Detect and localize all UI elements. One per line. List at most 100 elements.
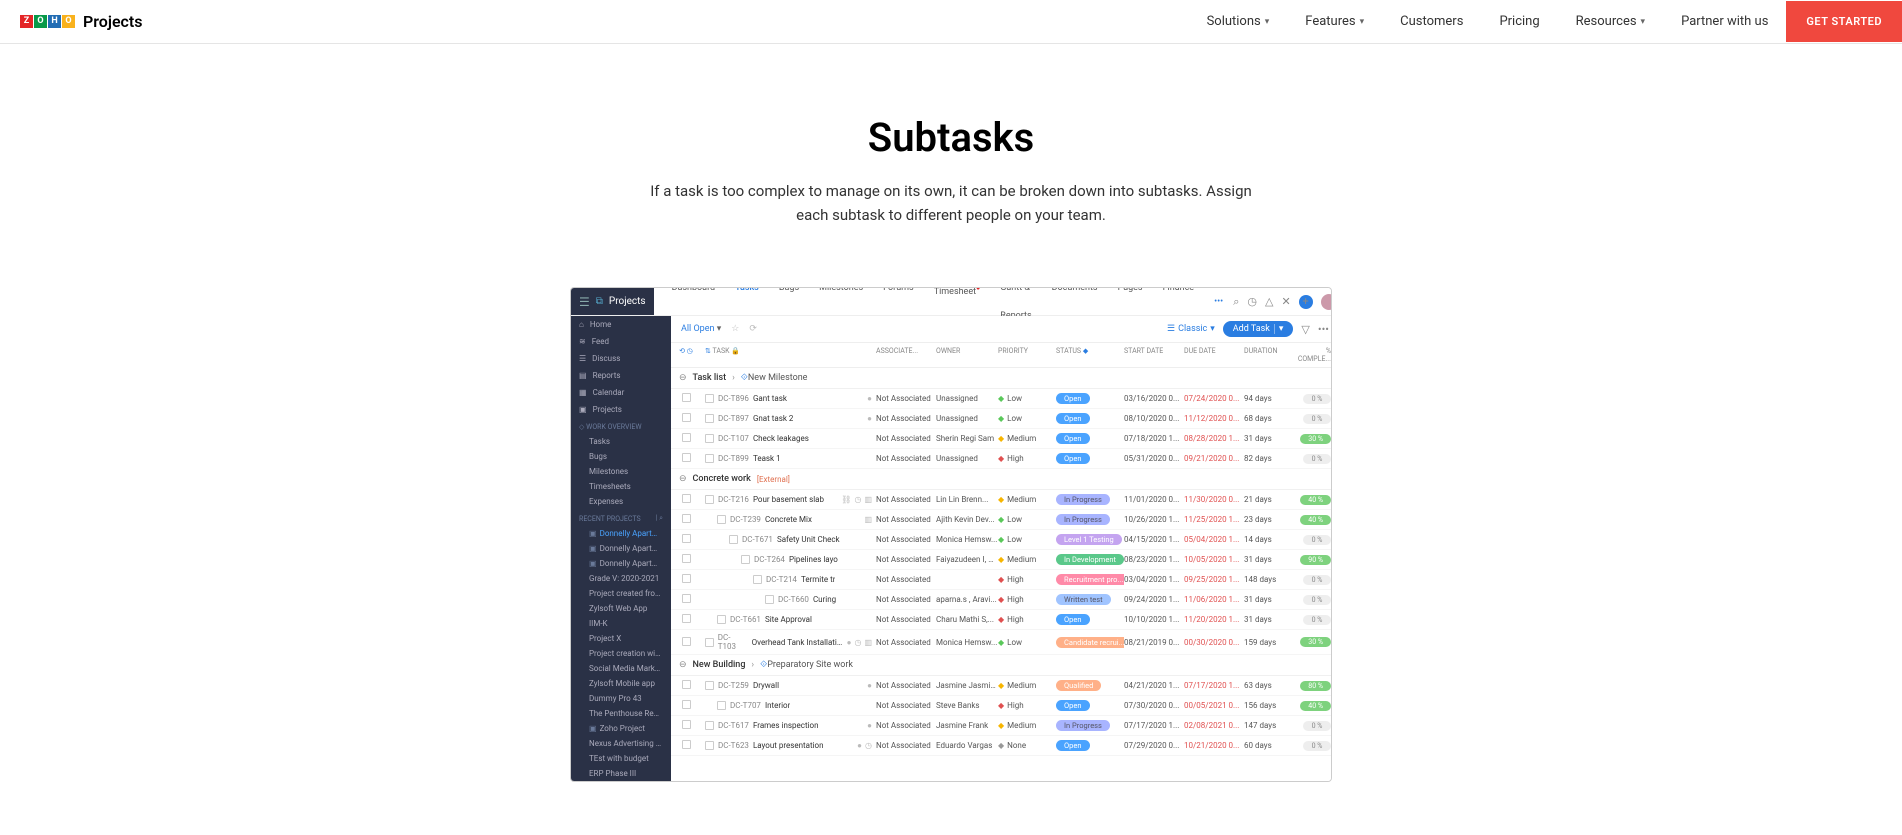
checkbox[interactable] — [682, 433, 691, 442]
sidebar-recent-item[interactable]: Dummy Pro 43 — [571, 691, 671, 706]
nav-partner-with-us[interactable]: Partner with us — [1663, 14, 1786, 29]
sidebar-work-timesheets[interactable]: Timesheets — [571, 479, 671, 494]
task-row[interactable]: DC-T617Frames inspection●Not AssociatedJ… — [671, 716, 1332, 736]
task-row[interactable]: DC-T623Layout presentation●◷Not Associat… — [671, 736, 1332, 756]
waffle-icon[interactable]: ⧉ — [596, 296, 603, 307]
add-icon[interactable]: + — [1299, 295, 1313, 309]
clock-icon[interactable]: ◷ — [1247, 295, 1257, 308]
nav-resources[interactable]: Resources▾ — [1558, 14, 1663, 29]
more-icon[interactable]: ••• — [1318, 323, 1329, 336]
sidebar-recent-item[interactable]: IIM-K — [571, 616, 671, 631]
user-avatar[interactable] — [1321, 294, 1332, 310]
more-tabs-icon[interactable]: ••• — [1204, 288, 1233, 316]
view-classic-button[interactable]: ☰ Classic ▾ — [1167, 324, 1215, 334]
expand-icon[interactable]: ⊖ — [679, 373, 687, 383]
checkbox[interactable] — [682, 680, 691, 689]
filter-dropdown[interactable]: All Open ▾ — [681, 324, 721, 334]
sidebar-recent-item[interactable]: Zylsoft Web App — [571, 601, 671, 616]
sidebar-recent-item[interactable]: Social Media Marketing — [571, 661, 671, 676]
filter-icon[interactable]: ▽ — [1301, 323, 1309, 336]
sidebar-icon: ≋ — [579, 337, 586, 346]
sidebar-calendar[interactable]: ▦Calendar — [571, 384, 671, 401]
task-group-header[interactable]: ⊖New Building›⟐ Preparatory Site work — [671, 655, 1332, 676]
checkbox[interactable] — [682, 453, 691, 462]
sidebar-recent-item[interactable]: Nexus Advertising Age — [571, 736, 671, 751]
add-task-button[interactable]: Add Task ▾ — [1223, 321, 1294, 337]
task-row[interactable]: DC-T103Overhead Tank Installation●◷▥Not … — [671, 630, 1332, 655]
task-row[interactable]: DC-T264Pipelines layoNot AssociatedFaiya… — [671, 550, 1332, 570]
sidebar-reports[interactable]: ▤Reports — [571, 367, 671, 384]
checkbox[interactable] — [682, 740, 691, 749]
checkbox[interactable] — [682, 614, 691, 623]
task-row[interactable]: DC-T214Termite trNot Associated◆HighRecr… — [671, 570, 1332, 590]
task-row[interactable]: DC-T660CuringNot Associatedaparna.s , Ar… — [671, 590, 1332, 610]
search-icon[interactable]: ⌕ — [1233, 295, 1239, 309]
clock-icon[interactable]: ◷ — [687, 347, 693, 355]
sidebar-recent-item[interactable]: ERP Phase III — [571, 766, 671, 781]
settings-icon[interactable]: ✕ — [1281, 295, 1290, 308]
sidebar-feed[interactable]: ≋Feed — [571, 333, 671, 350]
task-row[interactable]: DC-T661Site ApprovalNot AssociatedCharu … — [671, 610, 1332, 630]
sidebar-recent-item[interactable]: ▣Donnelly Apartments C — [571, 526, 671, 541]
task-row[interactable]: DC-T216Pour basement slab⛓◷▥Not Associat… — [671, 490, 1332, 510]
task-group-header[interactable]: ⊖Concrete work[External] — [671, 469, 1332, 490]
sidebar-home[interactable]: ⌂Home — [571, 316, 671, 333]
sidebar-work-milestones[interactable]: Milestones — [571, 464, 671, 479]
task-group-header[interactable]: ⊖Task list›⟐ New Milestone — [671, 368, 1332, 389]
nav-features[interactable]: Features▾ — [1287, 14, 1382, 29]
refresh-icon[interactable]: ⟳ — [749, 324, 757, 334]
progress-badge: 40 % — [1300, 515, 1331, 525]
task-row[interactable]: DC-T707InteriorNot AssociatedSteve Banks… — [671, 696, 1332, 716]
link-icon[interactable]: ⟲ — [679, 347, 685, 355]
priority-icon: ◆ — [998, 741, 1004, 750]
checkbox[interactable] — [682, 574, 691, 583]
expand-icon[interactable]: ⊖ — [679, 474, 687, 484]
task-row[interactable]: DC-T259Drywall●Not AssociatedJasmine Jas… — [671, 676, 1332, 696]
sidebar-work-tasks[interactable]: Tasks — [571, 434, 671, 449]
status-filter-icon[interactable]: ◆ — [1083, 347, 1088, 355]
sidebar-recent-item[interactable]: Project X — [571, 631, 671, 646]
sidebar-recent-item[interactable]: ▣Donnelly Apartments C — [571, 541, 671, 556]
nav-pricing[interactable]: Pricing — [1481, 14, 1557, 29]
sort-icon[interactable]: ⇅ — [705, 347, 711, 355]
checkbox[interactable] — [682, 514, 691, 523]
get-started-button[interactable]: GET STARTED — [1786, 1, 1902, 42]
checkbox[interactable] — [682, 637, 691, 646]
checkbox[interactable] — [682, 393, 691, 402]
bell-icon[interactable]: △ — [1265, 295, 1273, 308]
checkbox[interactable] — [682, 700, 691, 709]
sidebar-recent-item[interactable]: ▣Donnelly Apartments C — [571, 556, 671, 571]
priority-icon: ◆ — [998, 394, 1004, 403]
sidebar-recent-item[interactable]: Project created from Cl — [571, 586, 671, 601]
expand-icon[interactable]: ⊖ — [679, 660, 687, 670]
checkbox[interactable] — [682, 413, 691, 422]
sidebar-recent-item[interactable]: The Penthouse Remod — [571, 706, 671, 721]
task-row[interactable]: DC-T239Concrete Mix▥Not AssociatedAjith … — [671, 510, 1332, 530]
hamburger-icon[interactable]: ☰ — [579, 295, 590, 309]
status-badge: In Progress — [1056, 514, 1110, 525]
sidebar-work-expenses[interactable]: Expenses — [571, 494, 671, 509]
sidebar-recent-item[interactable]: ▣Zoho Project — [571, 721, 671, 736]
task-row[interactable]: DC-T897Gnat task 2●Not AssociatedUnassig… — [671, 409, 1332, 429]
sidebar-recent-item[interactable]: Zylsoft Mobile app — [571, 676, 671, 691]
sidebar-discuss[interactable]: ☰Discuss — [571, 350, 671, 367]
checkbox[interactable] — [682, 720, 691, 729]
sidebar-recent-item[interactable]: Grade V: 2020-2021 — [571, 571, 671, 586]
sidebar-recent-item[interactable]: TEst with budget — [571, 751, 671, 766]
star-icon[interactable]: ☆ — [731, 324, 739, 334]
checkbox[interactable] — [682, 594, 691, 603]
checkbox[interactable] — [682, 534, 691, 543]
task-row[interactable]: DC-T899Teask 1Not AssociatedUnassigned◆H… — [671, 449, 1332, 469]
sidebar-work-bugs[interactable]: Bugs — [571, 449, 671, 464]
sidebar-recent-item[interactable]: Project creation with li — [571, 646, 671, 661]
task-row[interactable]: DC-T107Check leakagesNot AssociatedSheri… — [671, 429, 1332, 449]
task-row[interactable]: DC-T896Gant task●Not AssociatedUnassigne… — [671, 389, 1332, 409]
caret-down-icon: ▾ — [1360, 17, 1365, 27]
checkbox[interactable] — [682, 494, 691, 503]
nav-solutions[interactable]: Solutions▾ — [1189, 14, 1288, 29]
nav-customers[interactable]: Customers — [1382, 14, 1481, 29]
checkbox[interactable] — [682, 554, 691, 563]
task-row[interactable]: DC-T671Safety Unit CheckNot AssociatedMo… — [671, 530, 1332, 550]
status-badge: Open — [1056, 740, 1090, 751]
sidebar-projects[interactable]: ▣Projects — [571, 401, 671, 418]
